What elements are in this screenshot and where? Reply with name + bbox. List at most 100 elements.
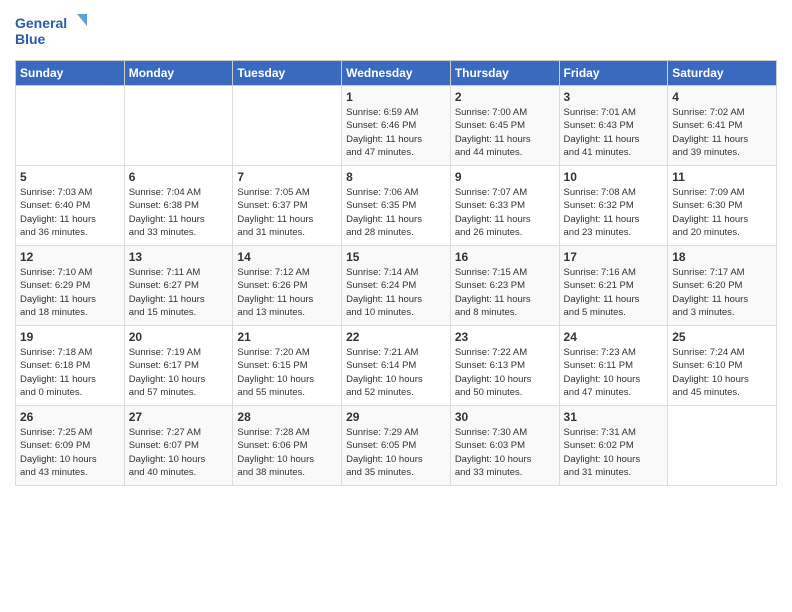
weekday-header-row: SundayMondayTuesdayWednesdayThursdayFrid… (16, 61, 777, 86)
calendar-cell: 22Sunrise: 7:21 AM Sunset: 6:14 PM Dayli… (342, 326, 451, 406)
day-number: 22 (346, 330, 446, 344)
day-number: 11 (672, 170, 772, 184)
calendar-cell: 16 Sunrise: 7:15 AM Sunset: 6:23 PM Dayli… (450, 246, 559, 326)
week-row-3: 12 Sunrise: 7:10 AM Sunset: 6:29 PM Dayli… (16, 246, 777, 326)
calendar-cell: 30Sunrise: 7:30 AM Sunset: 6:03 PM Dayli… (450, 406, 559, 486)
cell-content: Sunrise: 7:01 AM Sunset: 6:43 PM Dayligh… (564, 106, 664, 159)
weekday-header-wednesday: Wednesday (342, 61, 451, 86)
calendar-cell: 1 Sunrise: 6:59 AM Sunset: 6:46 PM Daylig… (342, 86, 451, 166)
cell-content: Sunrise: 7:23 AM Sunset: 6:11 PM Dayligh… (564, 346, 664, 399)
day-number: 4 (672, 90, 772, 104)
cell-content: Sunrise: 7:19 AM Sunset: 6:17 PM Dayligh… (129, 346, 229, 399)
weekday-header-thursday: Thursday (450, 61, 559, 86)
calendar-cell: 23 Sunrise: 7:22 AM Sunset: 6:13 PM Dayli… (450, 326, 559, 406)
calendar-cell: 3 Sunrise: 7:01 AM Sunset: 6:43 PM Daylig… (559, 86, 668, 166)
day-number: 9 (455, 170, 555, 184)
calendar-cell: 15 Sunrise: 7:14 AM Sunset: 6:24 PM Dayli… (342, 246, 451, 326)
calendar-page: General Blue SundayMondayTuesdayWednesda… (0, 0, 792, 496)
calendar-cell: 8 Sunrise: 7:06 AM Sunset: 6:35 PM Daylig… (342, 166, 451, 246)
day-number: 2 (455, 90, 555, 104)
cell-content: Sunrise: 7:18 AM Sunset: 6:18 PM Dayligh… (20, 346, 120, 399)
cell-content: Sunrise: 7:31 AM Sunset: 6:02 PM Dayligh… (564, 426, 664, 479)
day-number: 17 (564, 250, 664, 264)
calendar-cell: 21 Sunrise: 7:20 AM Sunset: 6:15 PM Dayli… (233, 326, 342, 406)
day-number: 28 (237, 410, 337, 424)
day-number: 21 (237, 330, 337, 344)
calendar-cell: 11 Sunrise: 7:09 AM Sunset: 6:30 PM Dayli… (668, 166, 777, 246)
cell-content: Sunrise: 7:17 AM Sunset: 6:20 PM Dayligh… (672, 266, 772, 319)
week-row-2: 5 Sunrise: 7:03 AM Sunset: 6:40 PM Daylig… (16, 166, 777, 246)
day-number: 12 (20, 250, 120, 264)
weekday-header-tuesday: Tuesday (233, 61, 342, 86)
calendar-cell: 27 Sunrise: 7:27 AM Sunset: 6:07 PM Dayli… (124, 406, 233, 486)
cell-content: Sunrise: 6:59 AM Sunset: 6:46 PM Dayligh… (346, 106, 446, 159)
calendar-cell (233, 86, 342, 166)
calendar-cell: 29Sunrise: 7:29 AM Sunset: 6:05 PM Dayli… (342, 406, 451, 486)
calendar-cell: 25 Sunrise: 7:24 AM Sunset: 6:10 PM Dayli… (668, 326, 777, 406)
logo: General Blue (15, 10, 95, 54)
day-number: 31 (564, 410, 664, 424)
day-number: 13 (129, 250, 229, 264)
calendar-cell: 2 Sunrise: 7:00 AM Sunset: 6:45 PM Daylig… (450, 86, 559, 166)
cell-content: Sunrise: 7:00 AM Sunset: 6:45 PM Dayligh… (455, 106, 555, 159)
day-number: 10 (564, 170, 664, 184)
calendar-cell: 26 Sunrise: 7:25 AM Sunset: 6:09 PM Dayli… (16, 406, 125, 486)
day-number: 5 (20, 170, 120, 184)
calendar-table: SundayMondayTuesdayWednesdayThursdayFrid… (15, 60, 777, 486)
day-number: 27 (129, 410, 229, 424)
calendar-cell: 9 Sunrise: 7:07 AM Sunset: 6:33 PM Daylig… (450, 166, 559, 246)
calendar-cell: 20Sunrise: 7:19 AM Sunset: 6:17 PM Dayli… (124, 326, 233, 406)
day-number: 25 (672, 330, 772, 344)
cell-content: Sunrise: 7:28 AM Sunset: 6:06 PM Dayligh… (237, 426, 337, 479)
svg-text:General: General (15, 15, 67, 31)
cell-content: Sunrise: 7:22 AM Sunset: 6:13 PM Dayligh… (455, 346, 555, 399)
day-number: 26 (20, 410, 120, 424)
weekday-header-monday: Monday (124, 61, 233, 86)
day-number: 23 (455, 330, 555, 344)
calendar-cell (668, 406, 777, 486)
cell-content: Sunrise: 7:15 AM Sunset: 6:23 PM Dayligh… (455, 266, 555, 319)
calendar-cell: 10Sunrise: 7:08 AM Sunset: 6:32 PM Dayli… (559, 166, 668, 246)
cell-content: Sunrise: 7:25 AM Sunset: 6:09 PM Dayligh… (20, 426, 120, 479)
cell-content: Sunrise: 7:03 AM Sunset: 6:40 PM Dayligh… (20, 186, 120, 239)
day-number: 18 (672, 250, 772, 264)
weekday-header-saturday: Saturday (668, 61, 777, 86)
day-number: 1 (346, 90, 446, 104)
week-row-1: 1 Sunrise: 6:59 AM Sunset: 6:46 PM Daylig… (16, 86, 777, 166)
cell-content: Sunrise: 7:10 AM Sunset: 6:29 PM Dayligh… (20, 266, 120, 319)
cell-content: Sunrise: 7:02 AM Sunset: 6:41 PM Dayligh… (672, 106, 772, 159)
cell-content: Sunrise: 7:30 AM Sunset: 6:03 PM Dayligh… (455, 426, 555, 479)
calendar-cell: 12 Sunrise: 7:10 AM Sunset: 6:29 PM Dayli… (16, 246, 125, 326)
calendar-cell: 4 Sunrise: 7:02 AM Sunset: 6:41 PM Daylig… (668, 86, 777, 166)
cell-content: Sunrise: 7:06 AM Sunset: 6:35 PM Dayligh… (346, 186, 446, 239)
calendar-cell: 14Sunrise: 7:12 AM Sunset: 6:26 PM Dayli… (233, 246, 342, 326)
cell-content: Sunrise: 7:24 AM Sunset: 6:10 PM Dayligh… (672, 346, 772, 399)
cell-content: Sunrise: 7:05 AM Sunset: 6:37 PM Dayligh… (237, 186, 337, 239)
day-number: 3 (564, 90, 664, 104)
day-number: 6 (129, 170, 229, 184)
logo-svg: General Blue (15, 10, 95, 54)
day-number: 16 (455, 250, 555, 264)
cell-content: Sunrise: 7:07 AM Sunset: 6:33 PM Dayligh… (455, 186, 555, 239)
cell-content: Sunrise: 7:09 AM Sunset: 6:30 PM Dayligh… (672, 186, 772, 239)
day-number: 19 (20, 330, 120, 344)
weekday-header-sunday: Sunday (16, 61, 125, 86)
week-row-5: 26 Sunrise: 7:25 AM Sunset: 6:09 PM Dayli… (16, 406, 777, 486)
cell-content: Sunrise: 7:20 AM Sunset: 6:15 PM Dayligh… (237, 346, 337, 399)
day-number: 8 (346, 170, 446, 184)
week-row-4: 19 Sunrise: 7:18 AM Sunset: 6:18 PM Dayli… (16, 326, 777, 406)
calendar-cell: 31 Sunrise: 7:31 AM Sunset: 6:02 PM Dayli… (559, 406, 668, 486)
calendar-cell: 6 Sunrise: 7:04 AM Sunset: 6:38 PM Daylig… (124, 166, 233, 246)
calendar-cell (124, 86, 233, 166)
calendar-cell (16, 86, 125, 166)
calendar-cell: 28 Sunrise: 7:28 AM Sunset: 6:06 PM Dayli… (233, 406, 342, 486)
header: General Blue (15, 10, 777, 54)
cell-content: Sunrise: 7:14 AM Sunset: 6:24 PM Dayligh… (346, 266, 446, 319)
calendar-cell: 7Sunrise: 7:05 AM Sunset: 6:37 PM Daylig… (233, 166, 342, 246)
cell-content: Sunrise: 7:04 AM Sunset: 6:38 PM Dayligh… (129, 186, 229, 239)
cell-content: Sunrise: 7:11 AM Sunset: 6:27 PM Dayligh… (129, 266, 229, 319)
cell-content: Sunrise: 7:12 AM Sunset: 6:26 PM Dayligh… (237, 266, 337, 319)
day-number: 15 (346, 250, 446, 264)
cell-content: Sunrise: 7:27 AM Sunset: 6:07 PM Dayligh… (129, 426, 229, 479)
cell-content: Sunrise: 7:16 AM Sunset: 6:21 PM Dayligh… (564, 266, 664, 319)
